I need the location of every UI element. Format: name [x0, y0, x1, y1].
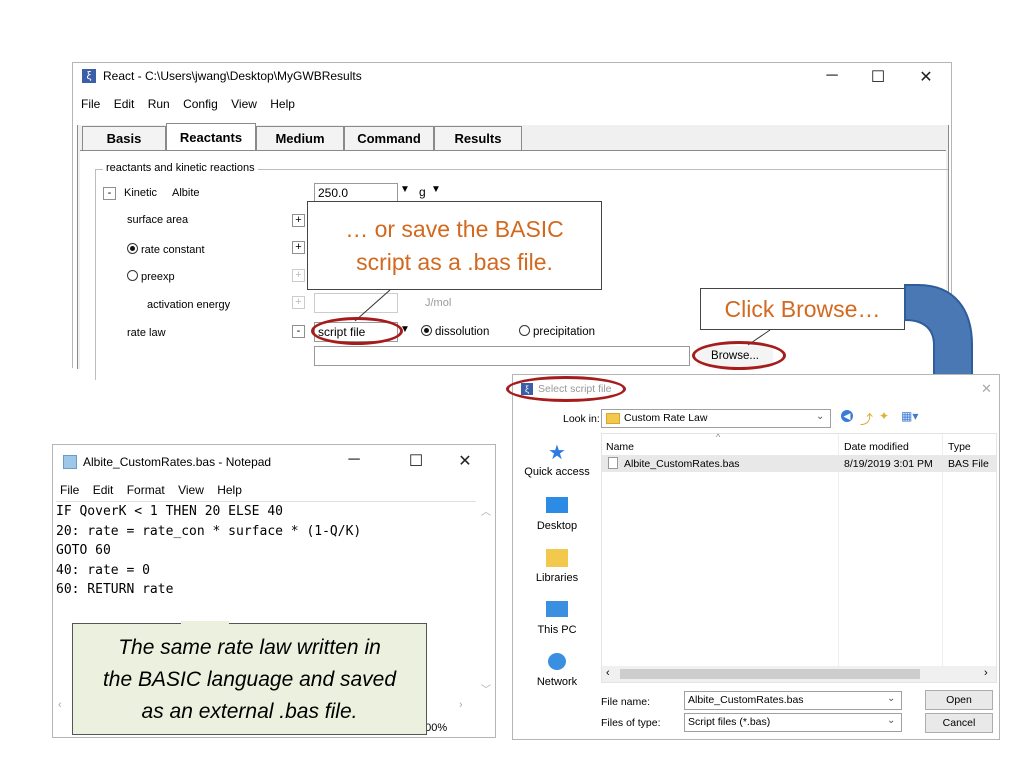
highlight-browse [692, 341, 786, 370]
desktop-icon [546, 497, 568, 513]
cancel-button[interactable]: Cancel [925, 713, 993, 733]
column-name[interactable]: Name [606, 441, 634, 453]
new-folder-icon[interactable]: ✦ [879, 409, 889, 423]
file-type-select[interactable]: Script files (*.bas) ⌄ [684, 713, 902, 732]
notepad-menubar: File Edit Format View Help [60, 483, 252, 497]
look-in-label: Look in: [563, 413, 600, 425]
nav-quick-access[interactable]: ★ Quick access [515, 443, 599, 478]
nav-desktop-label: Desktop [536, 520, 578, 532]
nav-this-pc-label: This PC [537, 624, 577, 636]
nav-network-label: Network [536, 676, 578, 688]
notepad-menu-edit[interactable]: Edit [93, 483, 114, 497]
view-menu-icon[interactable]: ▦▾ [901, 409, 918, 423]
look-in-value: Custom Rate Law [624, 412, 708, 424]
code-line-5: 60: RETURN rate [56, 582, 174, 597]
file-type-value: Script files (*.bas) [688, 716, 771, 728]
computer-icon [546, 601, 568, 617]
file-type-cell: BAS File [948, 458, 989, 470]
notepad-menu-help[interactable]: Help [217, 483, 242, 497]
star-icon: ★ [548, 442, 566, 464]
look-in-chevron-down-icon: ⌄ [816, 411, 825, 422]
code-line-3: GOTO 60 [56, 543, 111, 558]
callout-rate-line-3: as an external .bas file. [141, 700, 358, 723]
file-icon [608, 457, 618, 469]
nav-libraries[interactable]: Libraries [515, 549, 599, 584]
places-bar: ★ Quick access Desktop Libraries This PC… [515, 439, 599, 699]
code-line-4: 40: rate = 0 [56, 562, 150, 578]
highlight-script-file [311, 317, 403, 345]
column-date-modified[interactable]: Date modified [844, 441, 909, 453]
open-button[interactable]: Open [925, 690, 993, 710]
sort-chevron-up-icon: ^ [716, 432, 721, 442]
scroll-left-icon[interactable]: ‹ [606, 667, 610, 679]
folder-icon [606, 413, 620, 424]
nav-network[interactable]: Network [515, 653, 599, 688]
nav-quick-access-label: Quick access [524, 466, 590, 478]
notepad-scroll-right-icon[interactable]: › [459, 699, 463, 711]
file-name-value: Albite_CustomRates.bas [688, 694, 804, 706]
horizontal-scrollbar[interactable]: ‹ › [602, 666, 996, 682]
callout-rate-law: The same rate law written in the BASIC l… [72, 623, 427, 735]
file-type-chevron-down-icon[interactable]: ⌄ [887, 715, 895, 726]
notepad-title: Albite_CustomRates.bas - Notepad [83, 455, 272, 469]
up-folder-icon[interactable]: ⤴ [860, 409, 873, 428]
nav-desktop[interactable]: Desktop [515, 497, 599, 532]
notepad-menu-view[interactable]: View [178, 483, 204, 497]
libraries-icon [546, 549, 568, 567]
scroll-up-icon[interactable]: ︿ [481, 503, 491, 518]
nav-this-pc[interactable]: This PC [515, 601, 599, 636]
file-type-label: Files of type: [601, 717, 661, 729]
notepad-close-icon[interactable]: ✕ [450, 451, 480, 471]
file-date-cell: 8/19/2019 3:01 PM [844, 458, 933, 470]
notepad-menu-format[interactable]: Format [127, 483, 165, 497]
notepad-scroll-left-icon[interactable]: ‹ [58, 699, 62, 711]
scroll-right-icon[interactable]: › [984, 667, 988, 679]
notepad-minimize-icon[interactable]: ─ [339, 451, 369, 469]
code-line-1: IF QoverK < 1 THEN 20 ELSE 40 [56, 504, 283, 519]
back-icon[interactable]: ◀ [841, 410, 853, 422]
highlight-dialog-title [506, 376, 626, 402]
scroll-thumb[interactable] [620, 669, 920, 679]
notepad-menu-file[interactable]: File [60, 483, 79, 497]
notepad-icon [63, 455, 77, 469]
notepad-vertical-scrollbar[interactable]: ︿ ﹀ [477, 501, 493, 701]
file-name-chevron-down-icon[interactable]: ⌄ [887, 693, 895, 704]
file-name-cell: Albite_CustomRates.bas [624, 458, 740, 470]
file-list: ^ Name Date modified Type Albite_CustomR… [601, 432, 997, 683]
nav-libraries-label: Libraries [535, 572, 579, 584]
dialog-close-icon[interactable]: ✕ [981, 381, 992, 397]
callout-rate-line-1: The same rate law written in [118, 636, 381, 659]
notepad-maximize-icon[interactable]: ☐ [401, 451, 431, 471]
look-in-select[interactable]: Custom Rate Law ⌄ [601, 409, 831, 428]
scroll-down-icon[interactable]: ﹀ [481, 681, 491, 696]
callout-rate-notch [181, 621, 229, 625]
file-name-input[interactable]: Albite_CustomRates.bas ⌄ [684, 691, 902, 710]
code-line-2: 20: rate = rate_con * surface * (1-Q/K) [56, 523, 362, 539]
list-item[interactable]: Albite_CustomRates.bas 8/19/2019 3:01 PM… [602, 455, 996, 472]
select-file-dialog: ξ Select script file ✕ Look in: Custom R… [512, 374, 1000, 740]
network-icon [548, 653, 566, 670]
file-name-label: File name: [601, 696, 651, 708]
column-type[interactable]: Type [948, 441, 971, 453]
callout-rate-line-2: the BASIC language and saved [102, 668, 397, 691]
